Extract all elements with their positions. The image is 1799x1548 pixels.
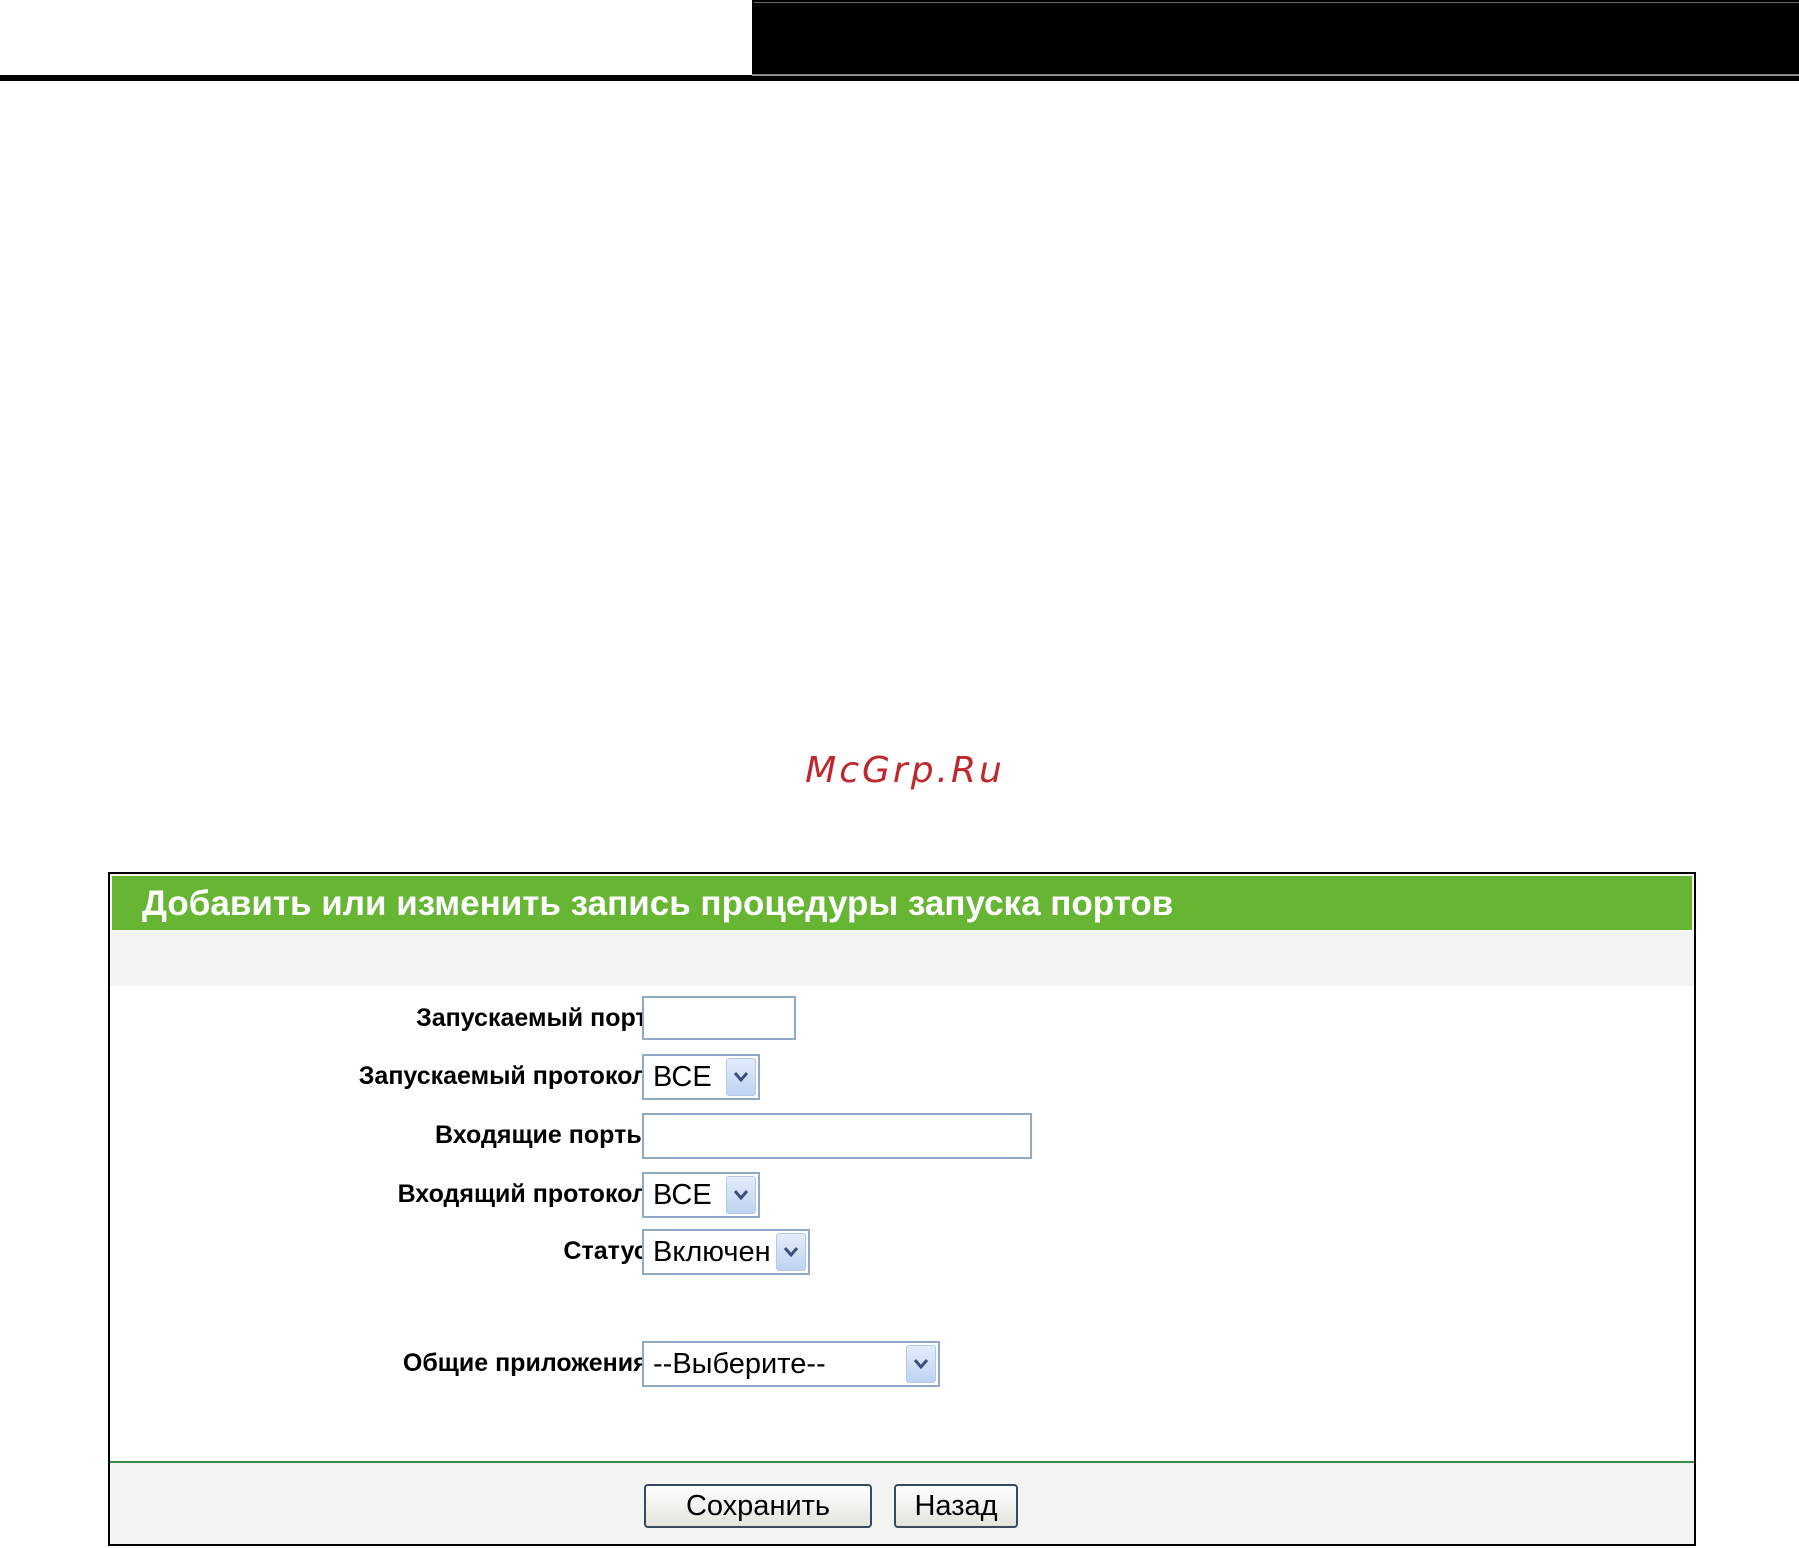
incoming-protocol-select[interactable]: ВСЕ — [642, 1172, 760, 1218]
chevron-down-icon[interactable] — [726, 1058, 756, 1096]
incoming-protocol-value: ВСЕ — [653, 1179, 712, 1211]
port-trigger-dialog: Добавить или изменить запись процедуры з… — [108, 872, 1696, 1546]
back-button[interactable]: Назад — [894, 1484, 1018, 1528]
incoming-ports-input[interactable] — [642, 1113, 1032, 1159]
page-header-rule-shade — [752, 74, 1799, 76]
form-body: Запускаемый порт: Запускаемый протокол: … — [110, 986, 1694, 1463]
page-header-bar — [752, 0, 1799, 75]
chevron-down-icon[interactable] — [906, 1345, 936, 1383]
trigger-protocol-value: ВСЕ — [653, 1061, 712, 1093]
common-apps-label: Общие приложения: — [402, 1349, 656, 1377]
status-value: Включен — [653, 1236, 771, 1268]
chevron-down-icon[interactable] — [726, 1176, 756, 1214]
trigger-port-input[interactable] — [642, 996, 796, 1040]
trigger-protocol-label: Запускаемый протокол: — [358, 1062, 656, 1090]
chevron-down-icon[interactable] — [776, 1233, 806, 1271]
save-button[interactable]: Сохранить — [644, 1484, 872, 1528]
dialog-title: Добавить или изменить запись процедуры з… — [142, 884, 1174, 923]
page-header-line — [754, 2, 1799, 3]
trigger-port-label: Запускаемый порт: — [416, 1004, 656, 1032]
incoming-protocol-label: Входящий протокол: — [397, 1180, 656, 1208]
dialog-header: Добавить или изменить запись процедуры з… — [112, 876, 1692, 930]
common-apps-value: --Выберите-- — [653, 1348, 826, 1380]
trigger-protocol-select[interactable]: ВСЕ — [642, 1054, 760, 1100]
bottom-divider — [110, 1461, 1694, 1463]
common-apps-select[interactable]: --Выберите-- — [642, 1341, 940, 1387]
status-select[interactable]: Включен — [642, 1229, 810, 1275]
incoming-ports-label: Входящие порты: — [435, 1121, 656, 1149]
watermark-text: McGrp.Ru — [805, 750, 1005, 791]
manual-page: McGrp.Ru Добавить или изменить запись пр… — [0, 0, 1799, 1548]
